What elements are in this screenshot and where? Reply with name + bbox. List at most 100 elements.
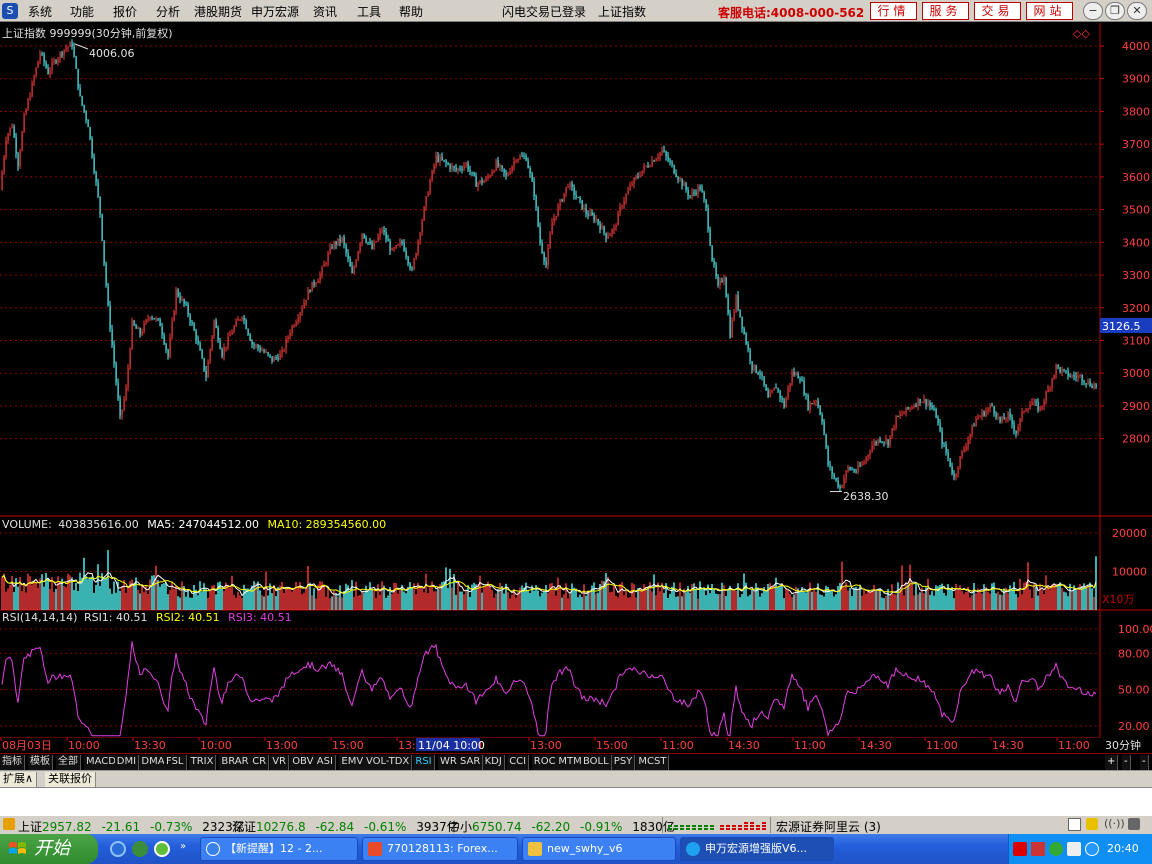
panel-toggle-icon[interactable] (1068, 818, 1081, 831)
indicator-tab-rsi[interactable]: RSI (413, 755, 435, 770)
candle (527, 157, 529, 169)
candle (439, 153, 441, 166)
signal-icon[interactable]: ((·)) (1104, 817, 1125, 830)
indicator-tab-vr[interactable]: VR (270, 755, 289, 770)
taskbar-item-4[interactable]: 申万宏源增强版V6... (680, 837, 834, 861)
menu-quote[interactable]: 报价 (113, 3, 137, 20)
app-logo-icon[interactable]: S (2, 3, 18, 19)
flash-trade-status[interactable]: 闪电交易已登录 (502, 3, 586, 20)
indicator-tab-kdj[interactable]: KDJ (482, 755, 505, 770)
market-button[interactable]: 行情 (870, 2, 917, 20)
tray-icon-4[interactable] (1067, 842, 1081, 856)
menu-news[interactable]: 资讯 (313, 3, 337, 20)
message-icon[interactable] (1086, 818, 1098, 830)
taskbar-item-2[interactable]: 770128113: Forex... (362, 837, 518, 861)
website-button[interactable]: 网站 (1026, 2, 1073, 20)
menu-hk-futures[interactable]: 港股期货 (194, 3, 242, 20)
stock-chart[interactable]: 上证指数 999999(30分钟,前复权) ◇◇ 4006.06 2638.30… (0, 23, 1152, 737)
indicator-tab-cr[interactable]: CR (250, 755, 270, 770)
indicator-tab-brar[interactable]: BRAR (219, 755, 252, 770)
minimize-icon[interactable]: − (1083, 2, 1103, 20)
quicklaunch-icon-2[interactable] (132, 841, 148, 857)
trade-button[interactable]: 交易 (974, 2, 1021, 20)
volume-bar (87, 579, 89, 610)
tab-related-quote[interactable]: 关联报价 (45, 772, 96, 787)
sz-index[interactable]: 深证10276.8 -62.84 -0.61% 3937亿 (232, 818, 459, 835)
indicator-tab-sar[interactable]: SAR (458, 755, 484, 770)
indicator-tab-asi[interactable]: ASI (314, 755, 336, 770)
volume-bar (223, 590, 225, 610)
volume-bar (907, 584, 909, 610)
zoom-out-icon[interactable]: - (1122, 755, 1131, 770)
indicator-tab-dmi[interactable]: DMI (114, 755, 140, 770)
indicator-tab-mcst[interactable]: MCST (636, 755, 670, 770)
menu-help[interactable]: 帮助 (399, 3, 423, 20)
zoom-in-icon[interactable]: + (1105, 755, 1119, 770)
sme-index[interactable]: 中小6750.74 -62.20 -0.91% 1830亿 (448, 818, 675, 835)
tray-icon-5[interactable] (1085, 842, 1099, 856)
server-name[interactable]: 宏源证券阿里云 (3) (776, 818, 881, 835)
menu-shenwan[interactable]: 申万宏源 (251, 3, 299, 20)
indicator-tab-psy[interactable]: PSY (611, 755, 636, 770)
indicator-tab-fsl[interactable]: FSL (164, 755, 187, 770)
candle (855, 468, 857, 474)
period-label[interactable]: 30分钟 (1105, 738, 1141, 752)
indicator-tab-指标[interactable]: 指标 (0, 755, 25, 770)
candle (277, 353, 279, 362)
indicator-tab-roc[interactable]: ROC (531, 755, 559, 770)
tray-icon-1[interactable] (1013, 842, 1027, 856)
candle (305, 299, 307, 307)
candle (261, 346, 263, 352)
close-icon[interactable]: ✕ (1127, 2, 1147, 20)
indicator-tab-trix[interactable]: TRIX (188, 755, 217, 770)
indicator-tab-vol-tdx[interactable]: VOL-TDX (364, 755, 413, 770)
start-button[interactable]: 开始 (0, 834, 98, 864)
taskbar-item-1[interactable]: 【新提醒】12 - 2... (200, 837, 358, 861)
status-lock-icon[interactable] (3, 818, 15, 830)
candle (989, 403, 991, 413)
ie-icon[interactable] (110, 841, 126, 857)
tray-icon-3[interactable] (1049, 842, 1063, 856)
indicator-tab-obv[interactable]: OBV (290, 755, 317, 770)
candle (985, 407, 987, 418)
indicator-tab-模板[interactable]: 模板 (28, 755, 53, 770)
zoom-out-icon[interactable]: - (1140, 755, 1149, 770)
indicator-tab-emv[interactable]: EMV (339, 755, 367, 770)
indicator-tab-cci[interactable]: CCI (507, 755, 530, 770)
candle (799, 376, 801, 384)
candle (631, 180, 633, 187)
volume-bar (177, 596, 179, 610)
clock[interactable]: 20:40 (1107, 842, 1139, 855)
volume-bar (287, 587, 289, 610)
candle (1077, 371, 1079, 382)
service-button[interactable]: 服务 (922, 2, 969, 20)
candle (747, 341, 749, 353)
volume-bar (463, 594, 465, 610)
chart-diamond-icon[interactable]: ◇◇ (1073, 27, 1090, 40)
indicator-tab-全部[interactable]: 全部 (56, 755, 81, 770)
indicator-tab-wr[interactable]: WR (438, 755, 460, 770)
taskbar-item-3[interactable]: new_swhy_v6 (522, 837, 676, 861)
sh-index[interactable]: 上证2957.82 -21.61 -0.73% 2323亿 (18, 818, 245, 835)
volume-bar (633, 584, 635, 610)
candle (545, 257, 547, 269)
volume-bar (1065, 592, 1067, 610)
menu-system[interactable]: 系统 (28, 3, 52, 20)
tab-extend[interactable]: 扩展∧ (0, 772, 38, 787)
volume-bar (95, 584, 97, 610)
indicator-tab-boll[interactable]: BOLL (581, 755, 612, 770)
tray-icon-2[interactable] (1031, 842, 1045, 856)
candle (25, 107, 27, 116)
restore-icon[interactable]: ❐ (1105, 2, 1125, 20)
menu-tools[interactable]: 工具 (357, 3, 381, 20)
candle (311, 281, 313, 292)
expand-quicklaunch-icon[interactable]: » (180, 841, 186, 852)
indicator-tab-macd[interactable]: MACD (84, 755, 119, 770)
volume-bar (201, 591, 203, 610)
quicklaunch-icon-3[interactable] (154, 841, 170, 857)
settings-icon[interactable] (1128, 818, 1140, 830)
menu-function[interactable]: 功能 (70, 3, 94, 20)
menu-analysis[interactable]: 分析 (156, 3, 180, 20)
candle (845, 470, 847, 483)
candle (431, 169, 433, 183)
